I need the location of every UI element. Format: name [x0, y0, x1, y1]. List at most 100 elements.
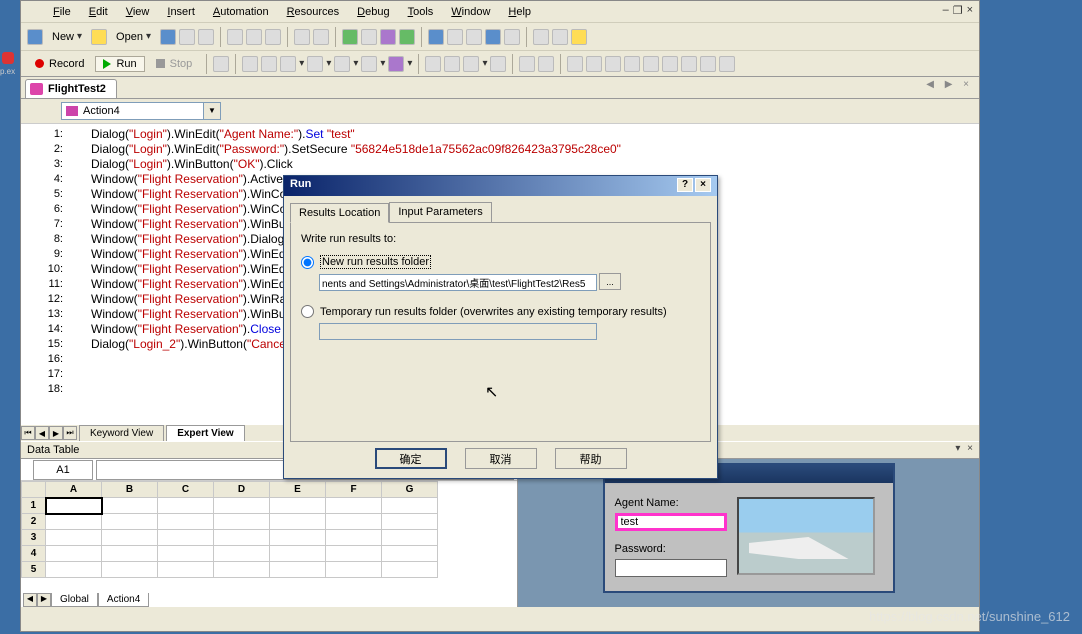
temp-path-input[interactable] [319, 323, 597, 340]
t2-icon[interactable] [261, 56, 277, 72]
new-doc-icon[interactable] [27, 29, 43, 45]
tab-results-location[interactable]: Results Location [290, 203, 389, 223]
t17-icon[interactable] [624, 56, 640, 72]
t12-icon[interactable] [519, 56, 535, 72]
t10-icon[interactable] [463, 56, 479, 72]
table-icon[interactable] [447, 29, 463, 45]
t15-icon[interactable] [586, 56, 602, 72]
new-button[interactable]: New▾ [46, 28, 88, 46]
menu-help[interactable]: Help [500, 4, 539, 20]
grid-icon[interactable] [428, 29, 444, 45]
open-icon[interactable] [91, 29, 107, 45]
t20-icon[interactable] [681, 56, 697, 72]
t8-icon[interactable] [425, 56, 441, 72]
t4-icon[interactable] [307, 56, 323, 72]
check-icon[interactable] [399, 29, 415, 45]
cut-icon[interactable] [227, 29, 243, 45]
undo-icon[interactable] [294, 29, 310, 45]
minimize-icon[interactable]: – [943, 4, 949, 17]
menu-file[interactable]: File [45, 4, 79, 20]
redo-icon[interactable] [313, 29, 329, 45]
ok-button[interactable]: 确定 [375, 448, 447, 469]
close-icon[interactable]: × [967, 4, 973, 17]
password-input[interactable] [615, 559, 727, 577]
cell-indicator: A1 [33, 460, 93, 480]
t6-icon[interactable] [361, 56, 377, 72]
t5-icon[interactable] [334, 56, 350, 72]
toolbar-main: New▾ Open▾ [21, 23, 979, 51]
screen-icon[interactable] [466, 29, 482, 45]
menu-view[interactable]: View [118, 4, 158, 20]
object-spy-icon[interactable] [361, 29, 377, 45]
agent-name-input[interactable] [615, 513, 727, 531]
saveall-icon[interactable] [179, 29, 195, 45]
sheet-action4[interactable]: Action4 [98, 593, 149, 607]
results-icon[interactable] [504, 29, 520, 45]
panel-close-icon[interactable]: × [967, 443, 975, 454]
menu-automation[interactable]: Automation [205, 4, 277, 20]
record-button[interactable]: Record [27, 56, 92, 72]
results-path-input[interactable] [319, 274, 597, 291]
doc-tab-flighttest2[interactable]: FlightTest2 [25, 79, 117, 98]
tab-keyword-view[interactable]: Keyword View [79, 425, 164, 442]
t19-icon[interactable] [662, 56, 678, 72]
t16-icon[interactable] [605, 56, 621, 72]
tab-input-parameters[interactable]: Input Parameters [389, 202, 491, 222]
recovery-icon[interactable] [380, 29, 396, 45]
restore-icon[interactable]: ❐ [953, 4, 963, 17]
save-icon[interactable] [160, 29, 176, 45]
t7-icon[interactable] [388, 56, 404, 72]
t11-icon[interactable] [490, 56, 506, 72]
active-screen-panel: Login Agent Name: Password: [518, 459, 979, 607]
run-button[interactable]: Run [95, 56, 144, 72]
menu-insert[interactable]: Insert [159, 4, 203, 20]
tab-nav[interactable]: ◀ ▶ × [926, 79, 973, 90]
t14-icon[interactable] [567, 56, 583, 72]
open-button[interactable]: Open▾ [110, 28, 157, 46]
write-results-label: Write run results to: [301, 233, 700, 245]
data-grid[interactable]: ABCDEFG 1 2 3 4 5 ◀▶ Global Action4 [21, 481, 517, 607]
dialog-close-icon[interactable]: × [695, 178, 711, 192]
t9-icon[interactable] [444, 56, 460, 72]
menu-edit[interactable]: Edit [81, 4, 116, 20]
action-icon [66, 106, 78, 116]
info-icon[interactable] [485, 29, 501, 45]
login-dialog: Login Agent Name: Password: [603, 463, 895, 593]
help-button[interactable]: 帮助 [555, 448, 627, 469]
doc-tabs: FlightTest2 ◀ ▶ × [21, 77, 979, 99]
run-titlebar: Run ? × [284, 176, 717, 196]
action-dropdown[interactable]: Action4 [61, 102, 221, 120]
t13-icon[interactable] [538, 56, 554, 72]
toolbar-run: Record Run Stop ▾ ▾ ▾ ▾ ▾ ▾ [21, 51, 979, 77]
t1-icon[interactable] [242, 56, 258, 72]
menu-tools[interactable]: Tools [400, 4, 442, 20]
panel-pin-icon[interactable]: ▾ [955, 443, 962, 454]
menu-resources[interactable]: Resources [279, 4, 348, 20]
paste-icon[interactable] [265, 29, 281, 45]
help-icon[interactable]: ? [677, 178, 693, 192]
browse-button[interactable]: ... [599, 273, 621, 290]
window3-icon[interactable] [571, 29, 587, 45]
login-image [737, 497, 875, 575]
t21-icon[interactable] [700, 56, 716, 72]
t3-icon[interactable] [280, 56, 296, 72]
t22-icon[interactable] [719, 56, 735, 72]
radio-new-folder-label: New run results folder [320, 255, 431, 269]
stop-button[interactable]: Stop [148, 56, 201, 72]
object-repo-icon[interactable] [342, 29, 358, 45]
cancel-button[interactable]: 取消 [465, 448, 537, 469]
radio-temp-folder[interactable] [301, 305, 314, 318]
menu-debug[interactable]: Debug [349, 4, 397, 20]
t18-icon[interactable] [643, 56, 659, 72]
radio-new-folder[interactable] [301, 256, 314, 269]
step-icon[interactable] [213, 56, 229, 72]
window2-icon[interactable] [552, 29, 568, 45]
copy-icon[interactable] [246, 29, 262, 45]
sheet-global[interactable]: Global [51, 593, 98, 607]
window1-icon[interactable] [533, 29, 549, 45]
menu-window[interactable]: Window [443, 4, 498, 20]
radio-temp-folder-label: Temporary run results folder (overwrites… [320, 306, 667, 318]
print-icon[interactable] [198, 29, 214, 45]
tab-expert-view[interactable]: Expert View [166, 425, 245, 442]
play-icon [103, 59, 111, 69]
